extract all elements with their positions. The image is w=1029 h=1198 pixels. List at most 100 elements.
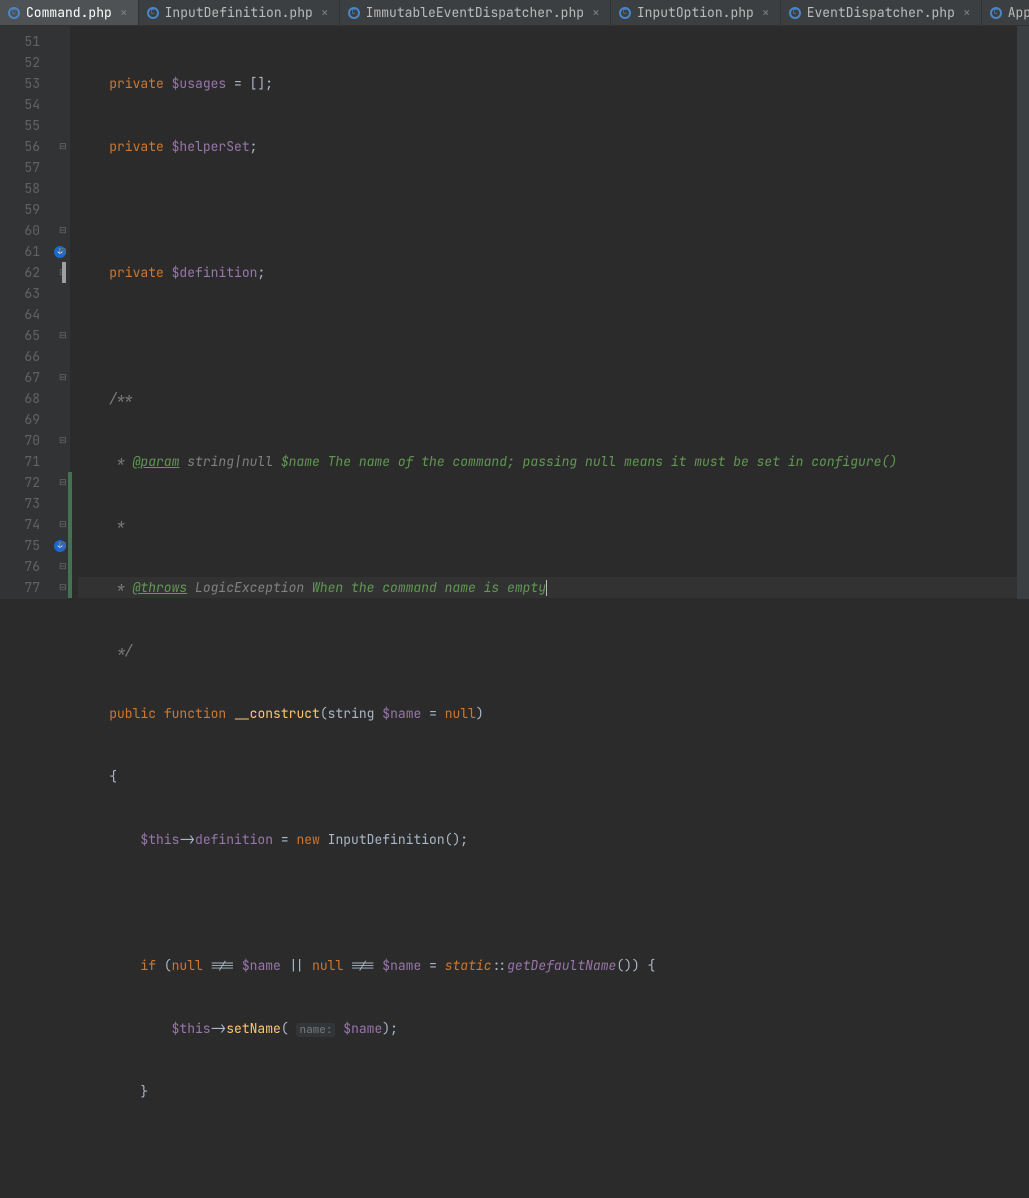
- fold-icon[interactable]: ⊟: [59, 373, 68, 382]
- line-number: 60: [0, 220, 48, 241]
- fold-icon[interactable]: ⊟: [59, 583, 68, 592]
- line-number: 71: [0, 451, 48, 472]
- tab-app[interactable]: C App: [982, 0, 1029, 25]
- line-number: 67: [0, 367, 48, 388]
- line-number: 72: [0, 472, 48, 493]
- line-number: 65: [0, 325, 48, 346]
- tab-label: EventDispatcher.php: [807, 4, 955, 21]
- line-number: 61: [0, 241, 48, 262]
- gutter-marker: [48, 346, 70, 367]
- gutter-marker: [48, 178, 70, 199]
- fold-icon[interactable]: ⊟: [59, 142, 68, 151]
- line-number: 53: [0, 73, 48, 94]
- code-line: $this->definition = new InputDefinition(…: [78, 829, 1029, 850]
- tab-inputoption-php[interactable]: C InputOption.php ×: [611, 0, 781, 25]
- close-icon[interactable]: ×: [961, 4, 973, 21]
- editor-area: 5152535455565758596061626364656667686970…: [0, 26, 1029, 599]
- tab-label: Command.php: [26, 4, 112, 21]
- gutter-marker: [48, 451, 70, 472]
- gutter-marker: [48, 157, 70, 178]
- file-type-icon: C: [147, 7, 159, 19]
- tab-label: App: [1008, 4, 1029, 21]
- file-type-icon: C: [619, 7, 631, 19]
- line-number-gutter: 5152535455565758596061626364656667686970…: [0, 26, 48, 599]
- code-line-active: * @throws LogicException When the comman…: [78, 577, 1029, 598]
- gutter-marker: ⊟: [48, 556, 70, 577]
- tab-immutableeventdispatcher-php[interactable]: C ImmutableEventDispatcher.php ×: [340, 0, 611, 25]
- code-line: *: [78, 514, 1029, 535]
- code-line: private $definition;: [78, 262, 1029, 283]
- close-icon[interactable]: ×: [118, 4, 130, 21]
- code-line: private $helperSet;: [78, 136, 1029, 157]
- fold-icon[interactable]: ⊟: [59, 562, 68, 571]
- tab-eventdispatcher-php[interactable]: C EventDispatcher.php ×: [781, 0, 982, 25]
- code-area[interactable]: private $usages = []; private $helperSet…: [70, 26, 1029, 599]
- tab-label: InputDefinition.php: [165, 4, 313, 21]
- gutter-marker: [48, 304, 70, 325]
- code-line: /**: [78, 388, 1029, 409]
- gutter-marker: [48, 493, 70, 514]
- close-icon[interactable]: ×: [319, 4, 331, 21]
- code-line: }: [78, 1081, 1029, 1102]
- code-line: public function __construct(string $name…: [78, 703, 1029, 724]
- fold-icon[interactable]: ⊟: [59, 247, 68, 256]
- gutter-marker: [48, 283, 70, 304]
- gutter-marker: [48, 409, 70, 430]
- line-number: 68: [0, 388, 48, 409]
- line-number: 56: [0, 136, 48, 157]
- line-number: 62: [0, 262, 48, 283]
- close-icon[interactable]: ×: [590, 4, 602, 21]
- gutter-marker: [48, 94, 70, 115]
- fold-icon[interactable]: ⊟: [59, 331, 68, 340]
- close-icon[interactable]: ×: [760, 4, 772, 21]
- file-type-icon: C: [990, 7, 1002, 19]
- fold-icon[interactable]: ⊟: [59, 478, 68, 487]
- param-hint: name:: [296, 1023, 335, 1037]
- code-line: private $usages = [];: [78, 73, 1029, 94]
- line-number: 77: [0, 577, 48, 598]
- line-number: 52: [0, 52, 48, 73]
- line-number: 59: [0, 199, 48, 220]
- gutter-marker: [48, 199, 70, 220]
- gutter-marker: ⊟: [48, 514, 70, 535]
- code-line: if (null !== $name || null !== $name = s…: [78, 955, 1029, 976]
- gutter-marker: ⊟: [48, 220, 70, 241]
- gutter-marker: ⊟: [48, 262, 70, 283]
- gutter-marker: ⊟: [48, 577, 70, 598]
- code-line: {: [78, 766, 1029, 787]
- fold-icon[interactable]: ⊟: [59, 541, 68, 550]
- fold-icon[interactable]: ⊟: [59, 226, 68, 235]
- code-line: $this->setName( name: $name);: [78, 1018, 1029, 1039]
- gutter-marker: ⊟: [48, 367, 70, 388]
- fold-icon[interactable]: ⊟: [59, 436, 68, 445]
- line-number: 54: [0, 94, 48, 115]
- marker-gutter: ⊟ ⊟ ⊟ ⊟ ⊟ ⊟ ⊟ ⊟ ⊟ ⊟ ⊟ ⊟: [48, 26, 70, 599]
- vertical-scrollbar[interactable]: [1017, 26, 1029, 599]
- tab-command-php[interactable]: C Command.php ×: [0, 0, 139, 25]
- gutter-marker: ⊟: [48, 325, 70, 346]
- gutter-marker: [48, 388, 70, 409]
- gutter-marker: ⊟: [48, 472, 70, 493]
- code-line: [78, 1144, 1029, 1165]
- code-line: */: [78, 640, 1029, 661]
- gutter-marker: [48, 73, 70, 94]
- fold-icon[interactable]: ⊟: [59, 520, 68, 529]
- file-type-icon: C: [8, 7, 20, 19]
- line-number: 74: [0, 514, 48, 535]
- code-line: * @param string|null $name The name of t…: [78, 451, 1029, 472]
- line-number: 76: [0, 556, 48, 577]
- editor-tabs: C Command.php × C InputDefinition.php × …: [0, 0, 1029, 26]
- code-line: [78, 325, 1029, 346]
- gutter-marker: ⊟: [48, 430, 70, 451]
- gutter-marker: ⊟: [48, 136, 70, 157]
- gutter-marker: [48, 31, 70, 52]
- gutter-marker: [48, 115, 70, 136]
- line-number: 51: [0, 31, 48, 52]
- line-number: 55: [0, 115, 48, 136]
- gutter-marker-override: ⊟: [48, 241, 70, 262]
- tab-inputdefinition-php[interactable]: C InputDefinition.php ×: [139, 0, 340, 25]
- line-number: 64: [0, 304, 48, 325]
- tab-label: ImmutableEventDispatcher.php: [366, 4, 584, 21]
- line-number: 58: [0, 178, 48, 199]
- line-number: 70: [0, 430, 48, 451]
